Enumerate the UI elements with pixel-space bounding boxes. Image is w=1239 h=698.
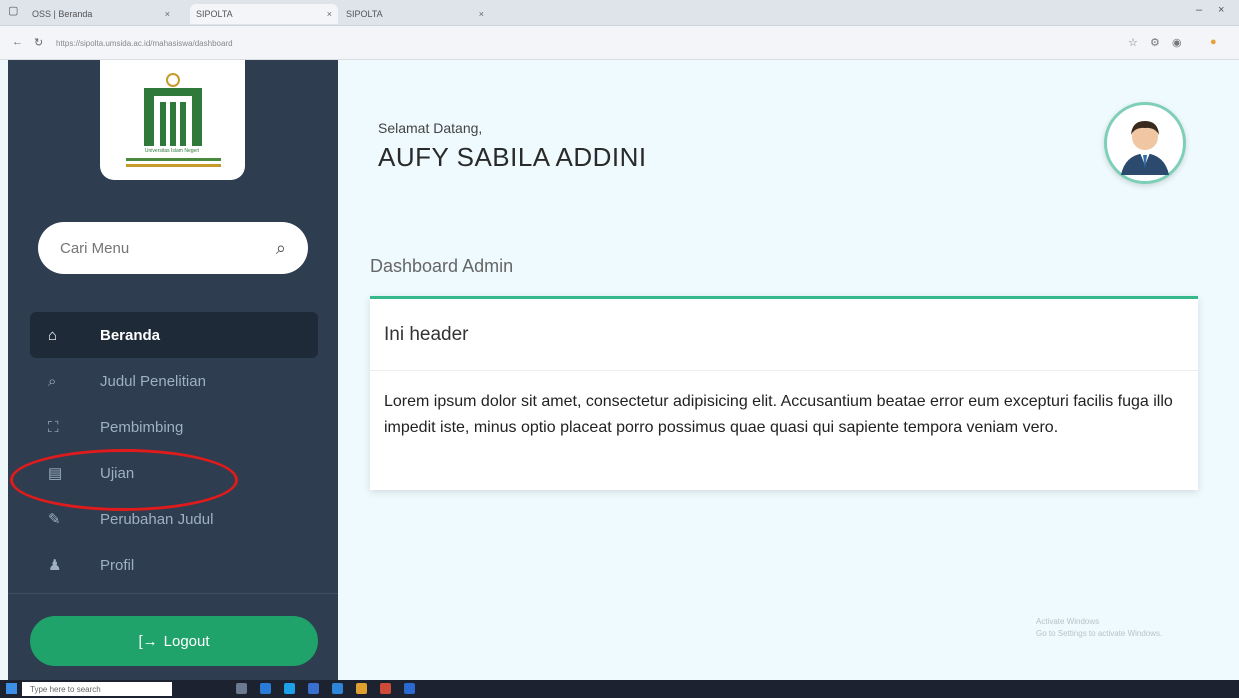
dashboard-title: Dashboard Admin <box>370 256 514 276</box>
close-icon[interactable]: × <box>479 9 484 19</box>
sidebar: Universitas Islam Negeri ⌕ ⌂ Beranda ⌕ J… <box>8 60 338 680</box>
greeting-text: Selamat Datang, <box>378 120 483 136</box>
browser-menu-icon[interactable]: ● <box>1210 36 1217 48</box>
close-icon[interactable]: × <box>327 9 332 19</box>
task-view-icon[interactable] <box>236 683 247 694</box>
activate-windows-watermark: Activate Windows Go to Settings to activ… <box>1036 616 1162 640</box>
card-body: Lorem ipsum dolor sit amet, consectetur … <box>384 393 1173 436</box>
sidebar-item-label: Judul Penelitian <box>100 372 206 390</box>
app-icon[interactable] <box>260 683 271 694</box>
star-icon[interactable]: ☆ <box>1128 36 1138 49</box>
sidebar-item-ujian[interactable]: ▤ Ujian <box>30 450 318 496</box>
app-icon[interactable] <box>308 683 319 694</box>
divider <box>8 593 338 594</box>
book-icon: ▤ <box>48 465 63 482</box>
browser-tab-2[interactable]: SIPOLTA × <box>190 4 338 24</box>
taskbar-search[interactable]: Type here to search <box>22 682 172 696</box>
sidebar-item-label: Profil <box>100 556 135 574</box>
minimize-icon[interactable]: – <box>1196 4 1202 16</box>
logout-button[interactable]: [→ Logout <box>30 616 318 666</box>
content-card: Ini header Lorem ipsum dolor sit amet, c… <box>370 296 1198 490</box>
search-icon[interactable]: ⌕ <box>276 238 286 259</box>
sidebar-item-judul-penelitian[interactable]: ⌕ Judul Penelitian <box>30 358 318 404</box>
avatar[interactable] <box>1104 102 1186 184</box>
sidebar-item-profil[interactable]: ♟ Profil <box>30 542 318 588</box>
sidebar-menu: ⌂ Beranda ⌕ Judul Penelitian ⛶ Pembimbin… <box>30 312 318 588</box>
chrome-icon[interactable] <box>356 683 367 694</box>
sidebar-item-label: Perubahan Judul <box>100 510 214 528</box>
sidebar-item-beranda[interactable]: ⌂ Beranda <box>30 312 318 358</box>
sidebar-item-pembimbing[interactable]: ⛶ Pembimbing <box>30 404 318 450</box>
search-box: ⌕ <box>38 222 308 274</box>
tab-title: OSS | Beranda <box>32 9 93 19</box>
logo-caption: Universitas Islam Negeri <box>144 148 200 154</box>
search-icon: ⌕ <box>48 372 57 390</box>
user-name: AUFY SABILA ADDINI <box>378 142 647 172</box>
tab-title: SIPOLTA <box>196 9 233 19</box>
refresh-icon[interactable]: ↻ <box>34 36 43 49</box>
watermark-line: Go to Settings to activate Windows. <box>1036 629 1163 638</box>
extensions-icon[interactable]: ⚙ <box>1150 36 1160 49</box>
app-icon[interactable] <box>380 683 391 694</box>
app-icon[interactable] <box>404 683 415 694</box>
card-header: Ini header <box>370 299 1198 371</box>
browser-address-bar: ← ↻ https://sipolta.umsida.ac.id/mahasis… <box>0 26 1239 60</box>
back-icon[interactable]: ← <box>12 36 23 48</box>
university-logo-icon <box>144 73 202 146</box>
tab-title: SIPOLTA <box>346 9 383 19</box>
file-edit-icon: ✎ <box>48 511 61 528</box>
logo-card: Universitas Islam Negeri <box>100 60 245 180</box>
search-input[interactable] <box>60 239 260 257</box>
browser-tab-3[interactable]: SIPOLTA × <box>340 4 490 24</box>
watermark-line: Activate Windows <box>1036 617 1100 626</box>
edge-icon[interactable] <box>284 683 295 694</box>
browser-tab-bar: ▢ OSS | Beranda × SIPOLTA × SIPOLTA × – … <box>0 0 1239 26</box>
close-window-icon[interactable]: × <box>1218 4 1224 16</box>
main-content: Selamat Datang, AUFY SABILA ADDINI Dashb… <box>338 60 1239 680</box>
windows-start-icon[interactable] <box>6 683 17 694</box>
url-field[interactable]: https://sipolta.umsida.ac.id/mahasiswa/d… <box>56 34 316 52</box>
taskbar: Type here to search <box>0 680 1239 698</box>
logout-icon: [→ <box>138 632 158 650</box>
profile-icon[interactable]: ◉ <box>1172 36 1182 49</box>
sidebar-item-label: Pembimbing <box>100 418 184 436</box>
sidebar-item-label: Ujian <box>100 464 135 482</box>
sidebar-item-label: Beranda <box>100 326 161 344</box>
close-icon[interactable]: × <box>165 9 170 19</box>
scan-icon: ⛶ <box>48 418 59 436</box>
logo-stripe <box>126 164 221 167</box>
app-icon[interactable] <box>332 683 343 694</box>
user-avatar-icon <box>1121 121 1169 175</box>
window-menu-icon[interactable]: ▢ <box>8 4 18 17</box>
user-icon: ♟ <box>48 557 62 574</box>
sidebar-item-perubahan-judul[interactable]: ✎ Perubahan Judul <box>30 496 318 542</box>
logout-label: Logout <box>163 632 210 650</box>
logo-stripe <box>126 158 221 161</box>
home-icon: ⌂ <box>48 326 58 344</box>
browser-tab-1[interactable]: OSS | Beranda × <box>26 4 176 24</box>
